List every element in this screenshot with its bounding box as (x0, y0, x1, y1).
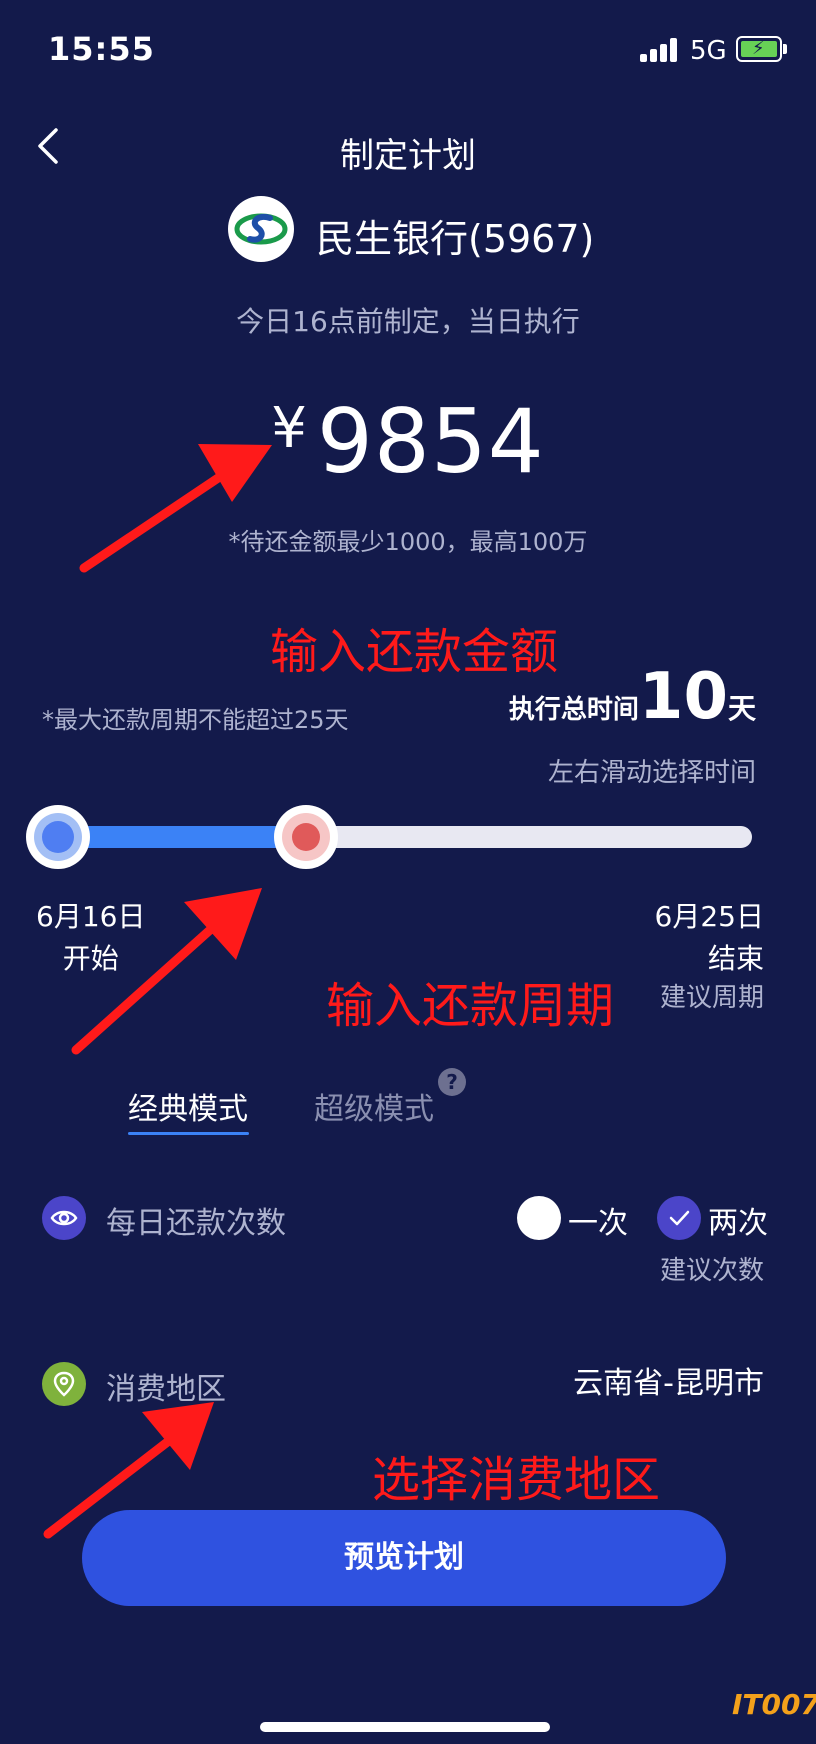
watermark: IT007 (732, 1688, 816, 1721)
arrow-to-amount (79, 444, 272, 573)
annotation-arrows (43, 444, 272, 1539)
arrow-to-area (43, 1402, 214, 1539)
arrow-to-slider (71, 888, 262, 1055)
home-indicator[interactable] (260, 1722, 550, 1732)
